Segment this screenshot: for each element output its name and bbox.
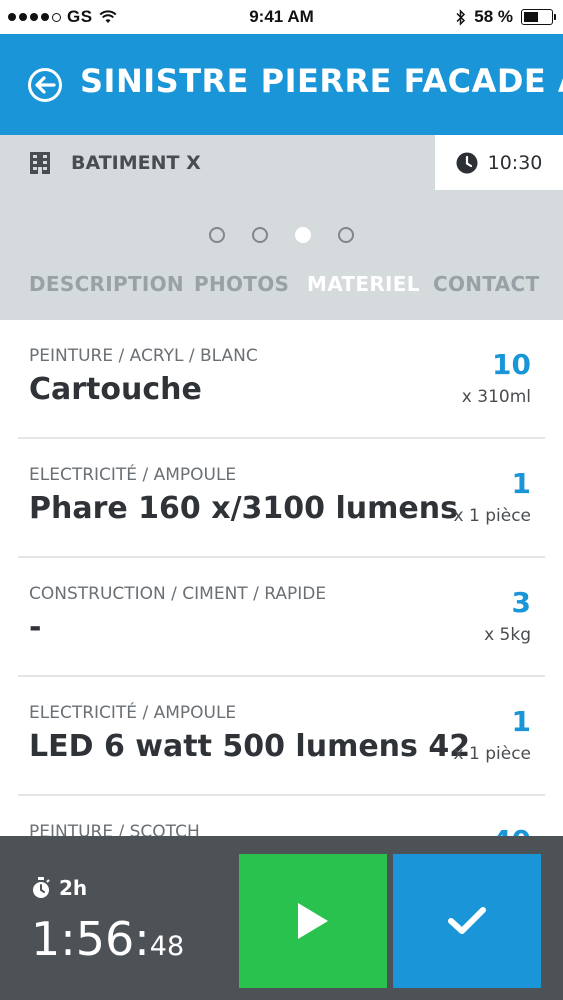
list-item[interactable]: ELECTRICITÉ / AMPOULE LED 6 watt 500 lum… xyxy=(18,677,545,796)
elapsed-time: 1:56:48 xyxy=(31,912,184,966)
building-info: BATIMENT X xyxy=(29,151,201,175)
item-quantity: 1 xyxy=(511,705,531,738)
item-unit: x 310ml xyxy=(461,387,531,407)
list-item[interactable]: PEINTURE / ACRYL / BLANC Cartouche 10 x … xyxy=(18,320,545,439)
appointment-time[interactable]: 10:30 xyxy=(435,135,563,190)
page-dot-active[interactable] xyxy=(295,227,311,243)
item-quantity: 10 xyxy=(492,348,531,381)
bluetooth-icon xyxy=(456,8,466,26)
item-name: LED 6 watt 500 lumens 42 xyxy=(29,729,471,764)
list-item[interactable]: CONSTRUCTION / CIMENT / RAPIDE - 3 x 5kg xyxy=(18,558,545,677)
tab-contact[interactable]: CONTACT xyxy=(433,272,539,296)
battery-icon xyxy=(521,9,556,25)
item-unit: x 1 pièce xyxy=(453,506,531,526)
start-button[interactable] xyxy=(239,854,387,988)
app-header: SINISTRE PIERRE FACADE À COT xyxy=(0,34,563,135)
building-name: BATIMENT X xyxy=(71,152,201,174)
list-item[interactable]: PEINTURE / SCOTCH 40 xyxy=(18,796,545,840)
item-quantity: 3 xyxy=(511,586,531,619)
item-category: PEINTURE / ACRYL / BLANC xyxy=(29,346,258,366)
play-icon xyxy=(298,903,328,939)
battery-percentage: 58 % xyxy=(474,7,513,26)
system-indicators: 58 % xyxy=(456,7,556,27)
item-category: ELECTRICITÉ / AMPOULE xyxy=(29,703,237,723)
tab-bar: DESCRIPTION PHOTOS MATERIEL CONTACT xyxy=(0,272,563,302)
item-quantity: 1 xyxy=(511,467,531,500)
stopwatch-icon xyxy=(33,877,50,898)
timer-bar: 2h 1:56:48 xyxy=(0,836,563,1000)
time-estimate: 2h xyxy=(31,876,87,900)
list-item[interactable]: ELECTRICITÉ / AMPOULE Phare 160 x/3100 l… xyxy=(18,439,545,558)
arrow-left-circle-icon xyxy=(28,68,62,102)
item-name: Cartouche xyxy=(29,372,202,407)
item-category: ELECTRICITÉ / AMPOULE xyxy=(29,465,237,485)
building-icon xyxy=(30,152,50,174)
status-bar: GS 9:41 AM 58 % xyxy=(0,0,563,34)
page-dot[interactable] xyxy=(209,227,225,243)
page-dot[interactable] xyxy=(338,227,354,243)
job-subheader: BATIMENT X 10:30 DESCRIPTION PHOTOS MATE… xyxy=(0,135,563,320)
item-name: - xyxy=(29,610,42,645)
tab-materiel[interactable]: MATERIEL xyxy=(307,272,420,296)
complete-button[interactable] xyxy=(393,854,541,988)
elapsed-time-seconds: 48 xyxy=(149,931,185,962)
tab-photos[interactable]: PHOTOS xyxy=(194,272,289,296)
item-unit: x 1 pièce xyxy=(453,744,531,764)
tab-description[interactable]: DESCRIPTION xyxy=(29,272,184,296)
elapsed-time-main: 1:56: xyxy=(31,912,150,966)
back-button[interactable] xyxy=(27,67,63,103)
page-indicator xyxy=(0,227,563,243)
page-title: SINISTRE PIERRE FACADE À COT xyxy=(80,62,563,100)
appointment-time-value: 10:30 xyxy=(487,151,543,174)
page-dot[interactable] xyxy=(252,227,268,243)
clock-icon xyxy=(456,152,478,173)
material-list[interactable]: PEINTURE / ACRYL / BLANC Cartouche 10 x … xyxy=(0,320,563,840)
checkmark-icon xyxy=(448,907,486,934)
item-name: Phare 160 x/3100 lumens xyxy=(29,491,458,526)
item-category: CONSTRUCTION / CIMENT / RAPIDE xyxy=(29,584,327,604)
item-unit: x 5kg xyxy=(484,625,531,645)
time-estimate-value: 2h xyxy=(59,876,88,900)
